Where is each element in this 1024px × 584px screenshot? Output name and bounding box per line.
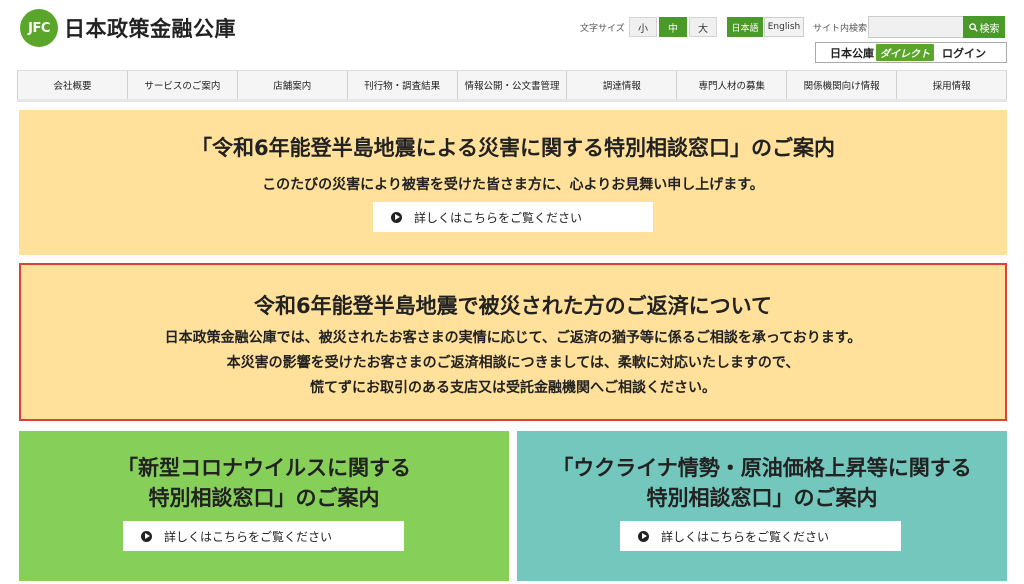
noto-consult-banner: 「令和6年能登半島地震による災害に関する特別相談窓口」のご案内 このたびの災害に… bbox=[19, 110, 1007, 255]
noto-consult-title: 「令和6年能登半島地震による災害に関する特別相談窓口」のご案内 bbox=[191, 136, 835, 160]
ukraine-title-line-1: 「ウクライナ情勢・原油価格上昇等に関する bbox=[552, 456, 972, 480]
corona-consult-title: 「新型コロナウイルスに関する 特別相談窓口」のご案内 bbox=[19, 453, 509, 513]
noto-consult-detail-button[interactable]: 詳しくはこちらをご覧ください bbox=[373, 202, 653, 232]
nav-item-disclosure[interactable]: 情報公開・公文書管理 bbox=[458, 71, 568, 99]
play-circle-icon bbox=[391, 211, 402, 223]
site-search-input[interactable] bbox=[868, 16, 964, 38]
jfc-logo-mark: JFC bbox=[20, 9, 58, 47]
lang-japanese-button[interactable]: 日本語 bbox=[727, 17, 763, 37]
detail-button-label: 詳しくはこちらをご覧ください bbox=[661, 529, 830, 544]
site-logo[interactable]: JFC 日本政策金融公庫 bbox=[20, 9, 236, 47]
ukraine-consult-banner: 「ウクライナ情勢・原油価格上昇等に関する 特別相談窓口」のご案内 詳しくはこちら… bbox=[517, 431, 1007, 581]
global-nav: 会社概要 サービスのご案内 店舗案内 刊行物・調査結果 情報公開・公文書管理 調… bbox=[17, 70, 1008, 102]
logo-text: 日本政策金融公庫 bbox=[64, 17, 236, 41]
ukraine-consult-title: 「ウクライナ情勢・原油価格上昇等に関する 特別相談窓口」のご案内 bbox=[517, 453, 1007, 513]
direct-badge: ダイレクト bbox=[876, 44, 934, 61]
nav-item-company[interactable]: 会社概要 bbox=[17, 71, 128, 99]
nav-item-publications[interactable]: 刊行物・調査結果 bbox=[348, 71, 458, 99]
nav-item-related-orgs[interactable]: 関係機関向け情報 bbox=[787, 71, 898, 99]
noto-repayment-notice: 令和6年能登半島地震で被災された方のご返済について 日本政策金融公庫では、被災さ… bbox=[19, 263, 1007, 421]
nav-item-services[interactable]: サービスのご案内 bbox=[128, 71, 238, 99]
play-circle-icon bbox=[141, 530, 152, 542]
ukraine-title-line-2: 特別相談窓口」のご案内 bbox=[646, 486, 878, 510]
font-size-large-button[interactable]: 大 bbox=[689, 17, 717, 37]
direct-prefix: 日本公庫 bbox=[830, 46, 874, 60]
noto-repayment-line-2: 本災害の影響を受けたお客さまのご返済相談につきましては、柔軟に対応いたしますので… bbox=[226, 355, 800, 371]
nav-item-recruit[interactable]: 採用情報 bbox=[897, 71, 1008, 99]
search-button[interactable]: 検索 bbox=[963, 16, 1005, 38]
direct-login-label: ログイン bbox=[942, 46, 986, 60]
noto-repayment-line-1: 日本政策金融公庫では、被災されたお客さまの実情に応じて、ご返済の猶予等に係るご相… bbox=[164, 330, 862, 346]
nav-item-branches[interactable]: 店舗案内 bbox=[238, 71, 348, 99]
site-header: JFC 日本政策金融公庫 文字サイズ 小 中 大 日本語 English サイト… bbox=[0, 0, 1024, 70]
nav-item-specialists[interactable]: 専門人材の募集 bbox=[677, 71, 788, 99]
site-search-label: サイト内検索 bbox=[813, 24, 868, 34]
detail-button-label: 詳しくはこちらをご覧ください bbox=[414, 210, 583, 225]
font-size-medium-button[interactable]: 中 bbox=[659, 17, 687, 37]
corona-title-line-2: 特別相談窓口」のご案内 bbox=[148, 486, 380, 510]
detail-button-label: 詳しくはこちらをご覧ください bbox=[164, 529, 333, 544]
lang-english-button[interactable]: English bbox=[764, 17, 804, 37]
jfc-direct-login-button[interactable]: 日本公庫 ダイレクト ログイン bbox=[815, 42, 1007, 63]
ukraine-detail-button[interactable]: 詳しくはこちらをご覧ください bbox=[620, 521, 901, 551]
noto-repayment-title: 令和6年能登半島地震で被災された方のご返済について bbox=[254, 294, 772, 318]
noto-repayment-line-3: 慌てずにお取引のある支店又は受託金融機関へご相談ください。 bbox=[310, 380, 716, 396]
font-size-small-button[interactable]: 小 bbox=[629, 17, 657, 37]
nav-item-procurement[interactable]: 調達情報 bbox=[567, 71, 678, 99]
play-circle-icon bbox=[638, 530, 649, 542]
noto-consult-subtitle: このたびの災害により被害を受けた皆さま方に、心よりお見舞い申し上げます。 bbox=[262, 177, 764, 193]
corona-title-line-1: 「新型コロナウイルスに関する bbox=[117, 456, 411, 480]
corona-consult-banner: 「新型コロナウイルスに関する 特別相談窓口」のご案内 詳しくはこちらをご覧くださ… bbox=[19, 431, 509, 581]
corona-detail-button[interactable]: 詳しくはこちらをご覧ください bbox=[123, 521, 404, 551]
search-button-label: 検索 bbox=[979, 23, 1000, 35]
font-size-label: 文字サイズ bbox=[580, 24, 625, 34]
search-icon bbox=[968, 22, 978, 32]
